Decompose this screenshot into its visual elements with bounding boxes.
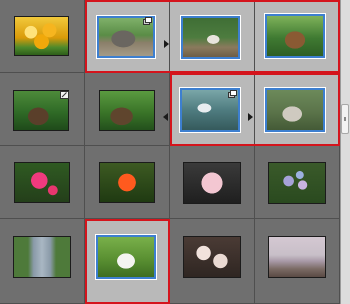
photo-thumbnail-tiger-resting[interactable] bbox=[265, 14, 325, 58]
grid-cell-street-trees[interactable] bbox=[0, 219, 85, 304]
photo-thumbnail-street-trees[interactable] bbox=[13, 236, 71, 278]
grid-cell-polar-bear[interactable] bbox=[170, 73, 255, 146]
edit-icon[interactable] bbox=[60, 91, 69, 99]
photo-thumbnail-hydrangea[interactable] bbox=[268, 162, 326, 204]
grid-cell-cherry-blossom-closeup[interactable] bbox=[170, 219, 255, 304]
stack-collapse-arrow-icon[interactable] bbox=[163, 106, 168, 121]
photo-thumbnail-rose-orange[interactable] bbox=[99, 162, 155, 203]
grid-cell-cherry-blossom-path[interactable] bbox=[255, 219, 340, 304]
photo-thumbnail-rabbit[interactable] bbox=[96, 235, 156, 279]
grid-cell-elephant[interactable] bbox=[85, 0, 170, 73]
grid-cell-rose-orange[interactable] bbox=[85, 146, 170, 219]
grid-cell-tiger-copy[interactable] bbox=[85, 73, 170, 146]
photo-thumbnail-cat[interactable] bbox=[265, 88, 325, 132]
grid-cell-rabbit[interactable] bbox=[85, 219, 170, 304]
grid-cell-goats[interactable] bbox=[170, 0, 255, 73]
scroll-grip-icon bbox=[344, 117, 346, 121]
photo-thumbnail-cherry-blossom-path[interactable] bbox=[268, 236, 326, 278]
photo-thumbnail-tulips[interactable] bbox=[14, 16, 69, 56]
grid-cell-tiger-edited[interactable] bbox=[0, 73, 85, 146]
photo-thumbnail-rose-pink[interactable] bbox=[14, 162, 70, 203]
photo-thumbnail-cherry-blossom-closeup[interactable] bbox=[183, 236, 241, 278]
grid-cell-tulips[interactable] bbox=[0, 0, 85, 73]
vertical-scrollbar[interactable] bbox=[340, 0, 350, 304]
stack-expand-arrow-icon[interactable] bbox=[248, 106, 253, 121]
stack-expand-arrow-icon[interactable] bbox=[164, 33, 169, 48]
grid-cell-cat[interactable] bbox=[255, 73, 340, 146]
photo-thumbnail-rose-light-pink[interactable] bbox=[183, 162, 241, 204]
photo-thumbnail-goats[interactable] bbox=[181, 16, 240, 59]
grid-cell-tiger-resting[interactable] bbox=[255, 0, 340, 73]
thumbnail-grid bbox=[0, 0, 340, 304]
grid-cell-hydrangea[interactable] bbox=[255, 146, 340, 219]
stack-icon[interactable] bbox=[143, 17, 152, 25]
grid-cell-rose-light-pink[interactable] bbox=[170, 146, 255, 219]
grid-cell-rose-pink[interactable] bbox=[0, 146, 85, 219]
stack-icon[interactable] bbox=[228, 90, 237, 98]
photo-thumbnail-tiger-copy[interactable] bbox=[99, 90, 155, 131]
